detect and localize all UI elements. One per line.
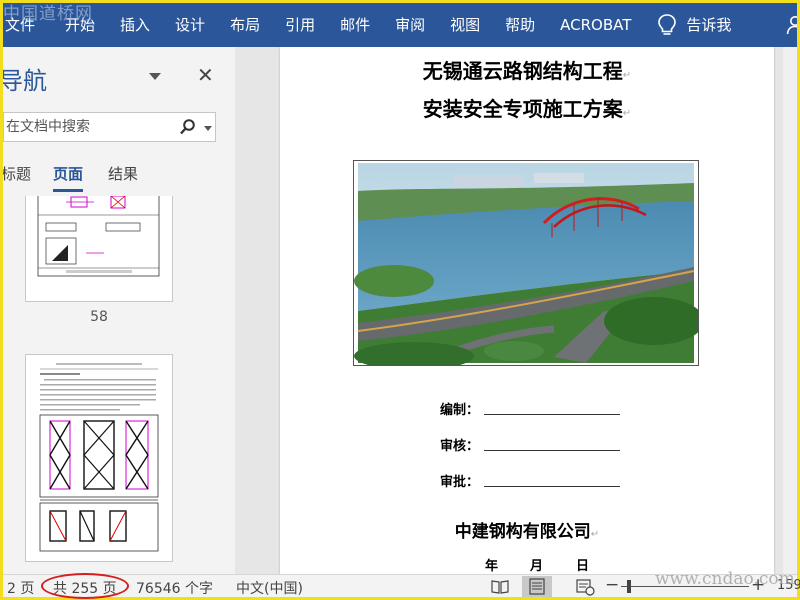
menu-acrobat[interactable]: ACROBAT xyxy=(560,3,631,47)
share-button[interactable]: 共 xyxy=(786,3,797,47)
date-year-label: 年 xyxy=(485,559,499,574)
navigation-pane: 导航 ✕ 标题 页面 结果 xyxy=(3,47,235,574)
tab-headings[interactable]: 标题 xyxy=(3,163,31,184)
page-thumbnail[interactable] xyxy=(25,196,173,302)
status-bar: 2 页 共 255 页 76546 个字 中文(中国) − + 159 xyxy=(3,573,800,599)
menu-review[interactable]: 审阅 xyxy=(395,3,425,47)
page-thumbnail-drawing xyxy=(39,363,159,552)
search-icon[interactable] xyxy=(179,118,197,136)
menu-help[interactable]: 帮助 xyxy=(505,3,535,47)
thumbnails-scrollbar[interactable] xyxy=(221,196,235,574)
sign-label-compiled: 编制： xyxy=(440,403,480,418)
document-title-line2: 安装安全专项施工方案↵ xyxy=(422,97,632,121)
menu-mailings[interactable]: 邮件 xyxy=(340,3,370,47)
page-thumbnail[interactable] xyxy=(25,354,173,562)
thumbnail-page-number: 58 xyxy=(90,309,108,325)
bridge-rendering-image[interactable] xyxy=(353,160,704,370)
date-day-label: 日 xyxy=(576,559,590,574)
menu-design[interactable]: 设计 xyxy=(175,3,205,47)
bridge-rendering-drawing xyxy=(354,163,704,370)
menu-insert[interactable]: 插入 xyxy=(120,3,150,47)
company-name: 中建钢构有限公司↵ xyxy=(454,522,600,542)
lightbulb-icon xyxy=(658,14,677,35)
signature-line[interactable] xyxy=(484,486,620,487)
sign-row-reviewed: 审核： xyxy=(440,435,625,459)
search-options-dropdown-icon[interactable] xyxy=(204,126,212,131)
read-mode-icon[interactable] xyxy=(485,576,515,597)
menu-file[interactable]: 文件 xyxy=(5,3,35,47)
document-title-line1: 无锡通云路钢结构工程↵ xyxy=(422,59,632,83)
menu-layout[interactable]: 布局 xyxy=(230,3,260,47)
menu-references[interactable]: 引用 xyxy=(285,3,315,47)
sign-row-approved: 审批： xyxy=(440,471,625,495)
tab-pages[interactable]: 页面 xyxy=(53,163,84,192)
print-layout-icon[interactable] xyxy=(522,576,552,597)
sign-row-compiled: 编制： xyxy=(440,399,625,423)
document-page[interactable]: 无锡通云路钢结构工程↵ 安装安全专项施工方案↵ 编制： 审核： 审批： 中建钢构… xyxy=(280,47,774,574)
sign-label-reviewed: 审核： xyxy=(440,439,480,454)
zoom-out-button[interactable]: − xyxy=(605,575,619,595)
status-language[interactable]: 中文(中国) xyxy=(236,578,303,598)
document-area: 无锡通云路钢结构工程↵ 安装安全专项施工方案↵ 编制： 审核： 审批： 中建钢构… xyxy=(235,47,797,574)
signature-line[interactable] xyxy=(484,414,620,415)
nav-title: 导航 xyxy=(3,67,47,95)
close-icon[interactable]: ✕ xyxy=(197,63,214,87)
tell-me-search[interactable]: 告诉我 xyxy=(656,3,731,47)
signature-line[interactable] xyxy=(484,450,620,451)
nav-search-box xyxy=(3,112,216,142)
ribbon-menu-bar: 文件 开始 插入 设计 布局 引用 邮件 审阅 视图 帮助 ACROBAT 告诉… xyxy=(3,3,797,47)
menu-view[interactable]: 视图 xyxy=(450,3,480,47)
search-input[interactable] xyxy=(4,113,174,141)
tab-results[interactable]: 结果 xyxy=(108,163,138,184)
zoom-in-button[interactable]: + xyxy=(751,575,765,595)
zoom-slider-track[interactable] xyxy=(621,586,749,587)
date-month-label: 月 xyxy=(530,559,544,574)
nav-tabs: 标题 页面 结果 xyxy=(3,163,235,193)
zoom-slider-thumb[interactable] xyxy=(627,580,631,593)
highlight-annotation xyxy=(41,573,129,599)
status-word-count[interactable]: 76546 个字 xyxy=(136,578,213,598)
status-current-page[interactable]: 2 页 xyxy=(7,578,34,598)
menu-home[interactable]: 开始 xyxy=(65,3,95,47)
page-thumbnail-drawing xyxy=(37,196,160,277)
nav-options-dropdown-icon[interactable] xyxy=(149,73,161,80)
tell-me-label: 告诉我 xyxy=(686,16,732,34)
document-scrollbar[interactable] xyxy=(783,47,797,574)
zoom-level[interactable]: 159 xyxy=(777,578,800,593)
web-layout-icon[interactable] xyxy=(570,576,600,597)
page-thumbnails: 58 xyxy=(3,196,221,574)
sign-label-approved: 审批： xyxy=(440,475,480,490)
person-icon xyxy=(787,16,797,35)
